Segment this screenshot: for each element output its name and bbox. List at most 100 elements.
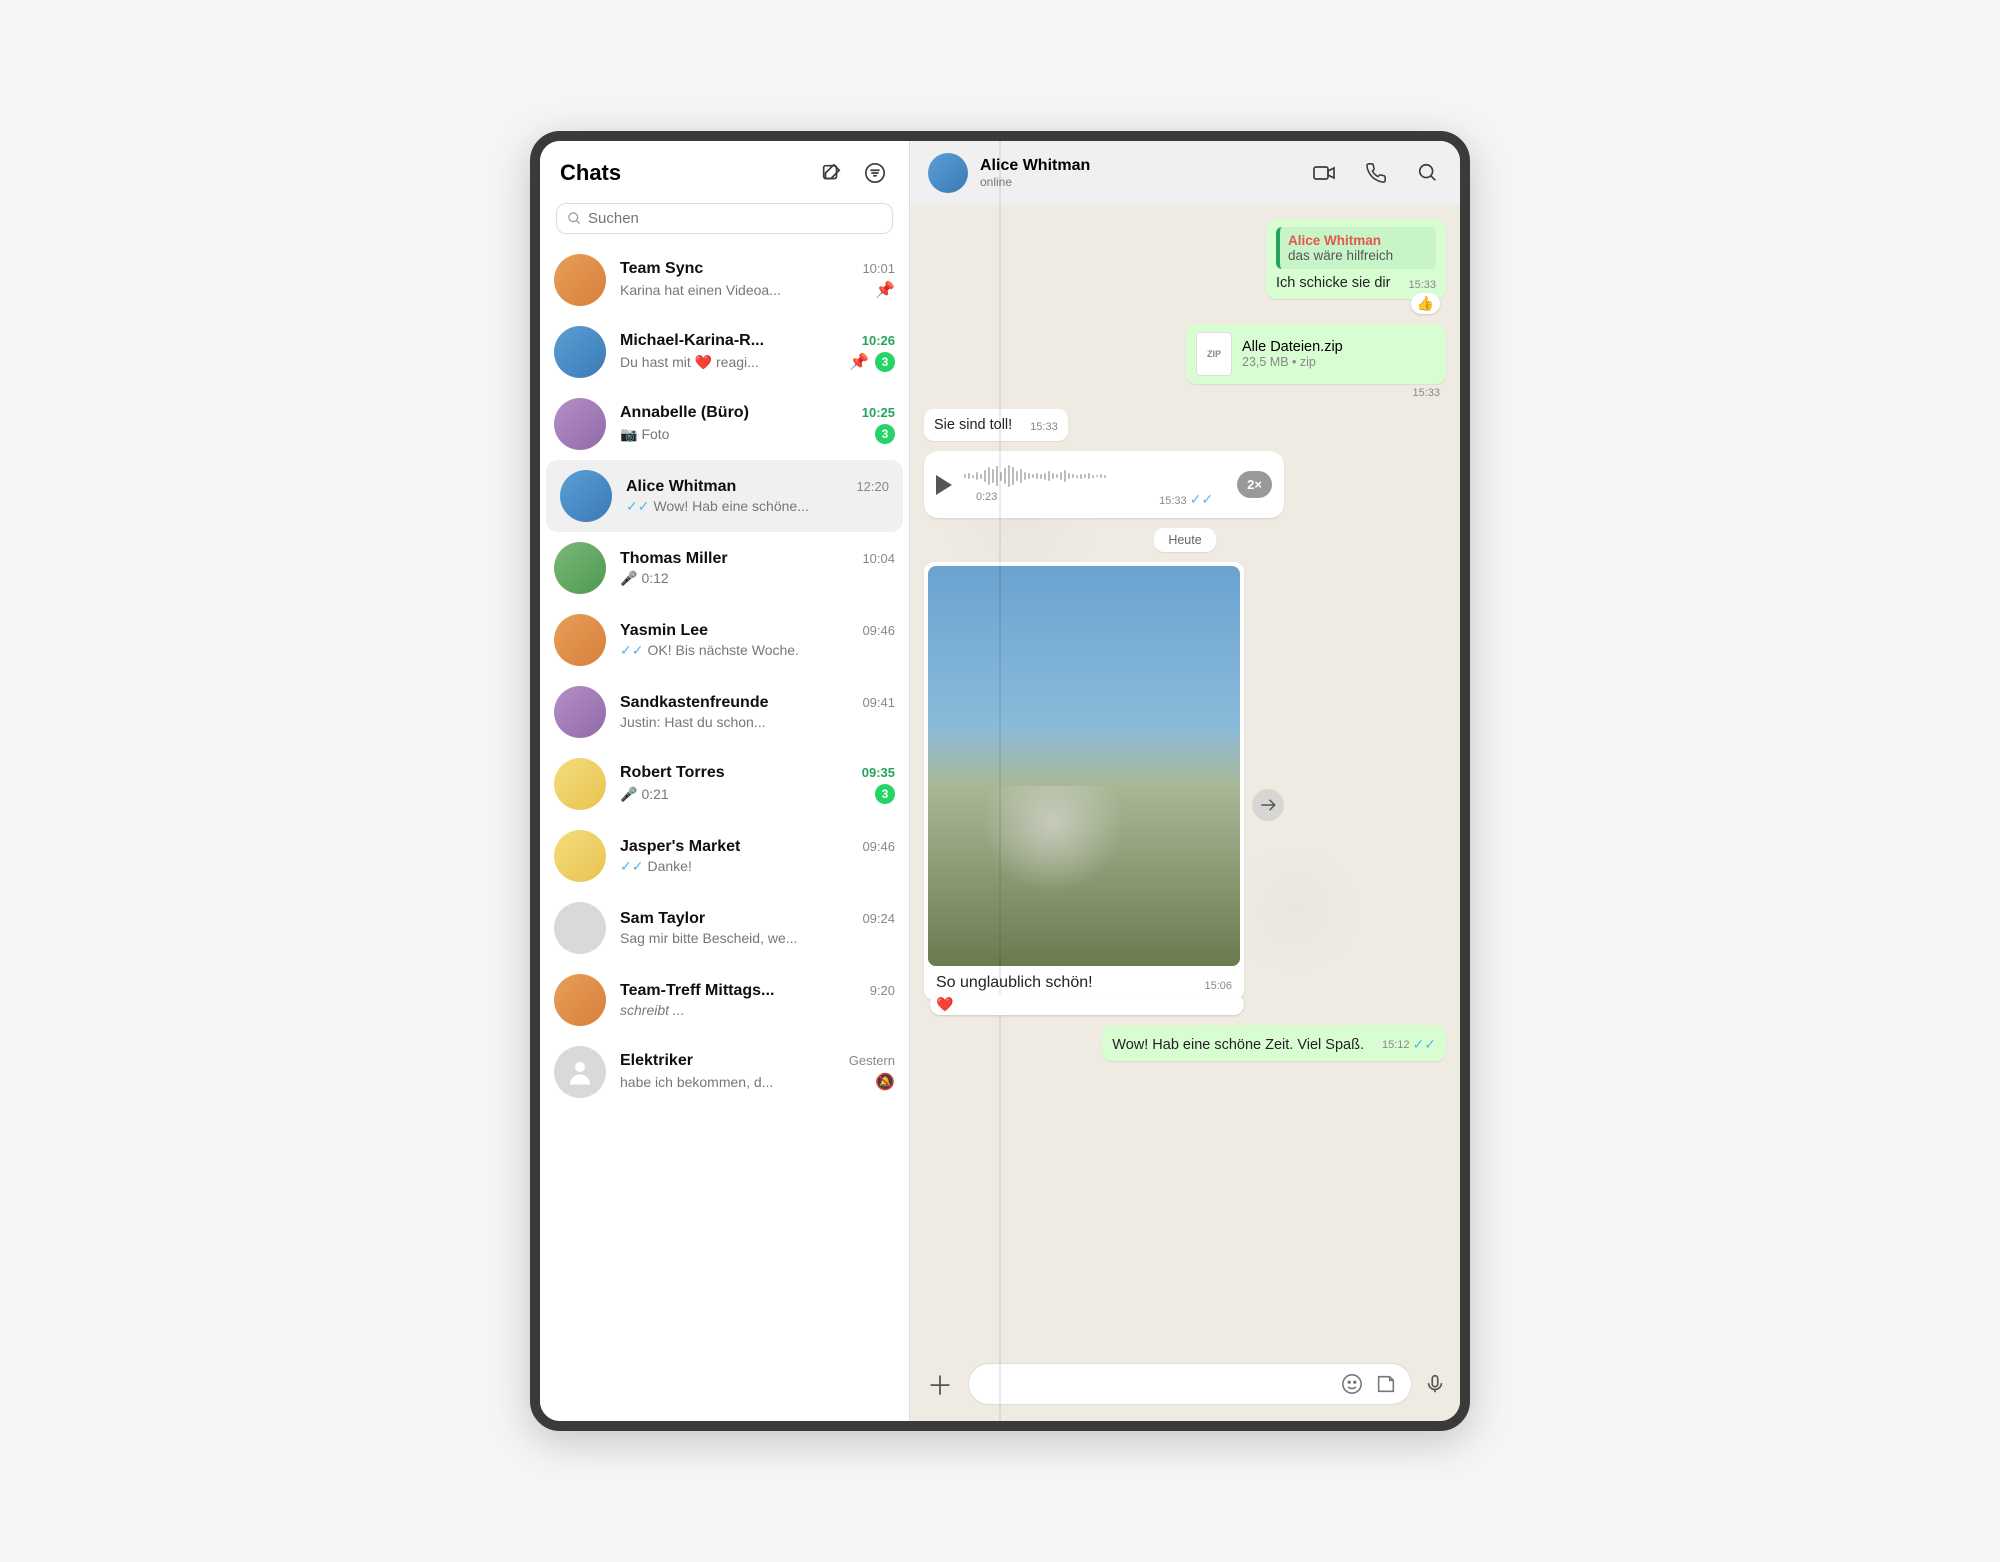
chat-meta: Michael-Karina-R... 10:26 Du hast mit ❤️ r… xyxy=(620,332,895,372)
image-content[interactable] xyxy=(928,566,1240,966)
chat-header[interactable]: Alice Whitman online xyxy=(910,141,1460,205)
chat-list-item[interactable]: Team-Treff Mittags...9:20schreibt ... xyxy=(540,964,909,1036)
chat-list-pane: Chats Team Sync10:01Karina hat einen Vid… xyxy=(540,141,910,1421)
chat-time: 09:41 xyxy=(862,695,895,710)
file-icon: ZIP xyxy=(1196,332,1232,376)
pin-icon: 📌 xyxy=(875,280,895,300)
chat-preview: ✓✓ OK! Bis nächste Woche. xyxy=(620,642,889,659)
chat-header-avatar[interactable] xyxy=(928,153,968,193)
chat-time: 10:01 xyxy=(862,261,895,276)
filter-icon[interactable] xyxy=(861,159,889,187)
message-time: 15:33 xyxy=(1030,421,1058,433)
compose-icon[interactable] xyxy=(817,159,845,187)
voice-speed-button[interactable]: 2× xyxy=(1237,471,1272,498)
chat-time: 10:04 xyxy=(862,551,895,566)
search-input[interactable] xyxy=(588,210,882,227)
chat-preview: 🎤 0:21 xyxy=(620,786,869,803)
play-icon[interactable] xyxy=(936,475,952,495)
message-input[interactable] xyxy=(983,1376,1331,1393)
chat-name: Jasper's Market xyxy=(620,838,740,856)
image-time: 15:06 xyxy=(1204,980,1232,992)
chat-meta: Team-Treff Mittags...9:20schreibt ... xyxy=(620,982,895,1018)
avatar xyxy=(554,974,606,1026)
voice-indicator-icon: 🎤 xyxy=(620,786,637,803)
chat-list-item[interactable]: Sandkastenfreunde09:41Justin: Hast du sc… xyxy=(540,676,909,748)
avatar xyxy=(554,758,606,810)
search-box[interactable] xyxy=(556,203,893,234)
sticker-icon[interactable] xyxy=(1375,1373,1397,1395)
emoji-icon[interactable] xyxy=(1341,1373,1363,1395)
message-in-text[interactable]: Sie sind toll! 15:33 xyxy=(924,409,1068,441)
reply-quote: Alice Whitman das wäre hilfreich xyxy=(1276,227,1436,269)
avatar xyxy=(554,542,606,594)
message-out-reply[interactable]: Alice Whitman das wäre hilfreich Ich sch… xyxy=(1266,219,1446,314)
chat-time: 09:24 xyxy=(862,911,895,926)
unread-badge: 3 xyxy=(875,424,895,444)
pin-icon: 📌 xyxy=(849,352,869,372)
conversation-pane: Alice Whitman online Alice xyxy=(910,141,1460,1421)
voice-call-icon[interactable] xyxy=(1362,159,1390,187)
read-tick-icon: ✓✓ xyxy=(620,642,643,659)
chat-meta: Jasper's Market09:46✓✓ Danke! xyxy=(620,838,895,875)
avatar xyxy=(554,326,606,378)
chat-name: Team Sync xyxy=(620,260,703,278)
message-in-image[interactable]: So unglaublich schön! 15:06 ❤️ xyxy=(924,562,1244,1015)
message-time: 15:33 xyxy=(1412,387,1446,399)
mic-icon[interactable] xyxy=(1424,1373,1446,1395)
chat-list-item[interactable]: Sam Taylor 09:24 Sag mir bitte Bescheid, w… xyxy=(540,892,909,964)
avatar xyxy=(554,830,606,882)
message-in-voice[interactable]: 0:23 15:33 ✓✓ 2× xyxy=(924,451,1284,518)
chat-meta: Annabelle (Büro)10:25📷 Foto3 xyxy=(620,404,895,444)
chat-time: 10:25 xyxy=(862,405,895,420)
chat-name: Michael-Karina-R... xyxy=(620,332,764,350)
chat-list-item[interactable]: ElektrikerGesternhabe ich bekommen, d...… xyxy=(540,1036,909,1108)
messages-area[interactable]: Alice Whitman das wäre hilfreich Ich sch… xyxy=(910,205,1460,1353)
read-tick-icon: ✓✓ xyxy=(626,498,649,515)
chat-search-icon[interactable] xyxy=(1414,159,1442,187)
chat-time: 09:35 xyxy=(862,765,895,780)
reaction-thumbsup[interactable]: 👍 xyxy=(1411,293,1440,314)
chat-meta: Sandkastenfreunde09:41Justin: Hast du sc… xyxy=(620,694,895,730)
chat-preview: ✓✓ Wow! Hab eine schöne... xyxy=(626,498,883,515)
chat-list-item[interactable]: Thomas Miller10:04🎤 0:12 xyxy=(540,532,909,604)
voice-waveform[interactable] xyxy=(964,461,1225,491)
chat-name: Sam Taylor xyxy=(620,910,705,928)
chat-meta: Sam Taylor 09:24 Sag mir bitte Bescheid, w… xyxy=(620,910,895,946)
message-out-file[interactable]: ZIP Alle Dateien.zip 23,5 MB • zip 15:33 xyxy=(1186,324,1446,399)
chat-list-item[interactable]: Robert Torres09:35🎤 0:213 xyxy=(540,748,909,820)
chat-time: 10:26 xyxy=(862,333,895,348)
chat-list-item[interactable]: Team Sync10:01Karina hat einen Videoa...… xyxy=(540,244,909,316)
chat-list-item[interactable]: Annabelle (Büro)10:25📷 Foto3 xyxy=(540,388,909,460)
chat-list-item[interactable]: Alice Whitman12:20✓✓ Wow! Hab eine schön… xyxy=(546,460,903,532)
file-meta: 23,5 MB • zip xyxy=(1242,355,1436,369)
chat-list-item[interactable]: Yasmin Lee09:46✓✓ OK! Bis nächste Woche. xyxy=(540,604,909,676)
chat-name: Robert Torres xyxy=(620,764,725,782)
chat-meta: ElektrikerGesternhabe ich bekommen, d...… xyxy=(620,1052,895,1092)
reaction-heart[interactable]: ❤️ xyxy=(930,994,1244,1015)
chat-meta: Robert Torres09:35🎤 0:213 xyxy=(620,764,895,804)
video-call-icon[interactable] xyxy=(1310,159,1338,187)
attach-icon[interactable]: ＋ xyxy=(924,1366,956,1403)
chats-header-actions xyxy=(817,159,889,187)
chat-preview: Du hast mit ❤️ reagi... xyxy=(620,354,843,371)
forward-icon[interactable] xyxy=(1252,789,1284,821)
message-text: Wow! Hab eine schöne Zeit. Viel Spaß. xyxy=(1112,1037,1364,1053)
avatar xyxy=(554,614,606,666)
message-text: Ich schicke sie dir xyxy=(1276,275,1390,291)
chat-list-item[interactable]: Jasper's Market09:46✓✓ Danke! xyxy=(540,820,909,892)
chat-meta: Alice Whitman12:20✓✓ Wow! Hab eine schön… xyxy=(626,478,889,515)
chat-list-item[interactable]: Michael-Karina-R... 10:26 Du hast mit ❤️ r… xyxy=(540,316,909,388)
chat-preview: schreibt ... xyxy=(620,1002,889,1018)
file-name: Alle Dateien.zip xyxy=(1242,339,1436,355)
chat-list[interactable]: Team Sync10:01Karina hat einen Videoa...… xyxy=(540,244,909,1421)
chat-preview: ✓✓ Danke! xyxy=(620,858,889,875)
chat-preview: Sag mir bitte Bescheid, we... xyxy=(620,930,889,946)
chat-preview: habe ich bekommen, d... xyxy=(620,1074,869,1090)
chat-time: 12:20 xyxy=(856,479,889,494)
chat-preview: 🎤 0:12 xyxy=(620,570,889,587)
reply-text: das wäre hilfreich xyxy=(1288,248,1428,263)
message-time: 15:12 ✓✓ xyxy=(1382,1036,1436,1053)
message-out-text[interactable]: Wow! Hab eine schöne Zeit. Viel Spaß. 15… xyxy=(1102,1025,1446,1061)
message-input-field[interactable] xyxy=(968,1363,1412,1405)
chat-meta: Team Sync10:01Karina hat einen Videoa...… xyxy=(620,260,895,300)
